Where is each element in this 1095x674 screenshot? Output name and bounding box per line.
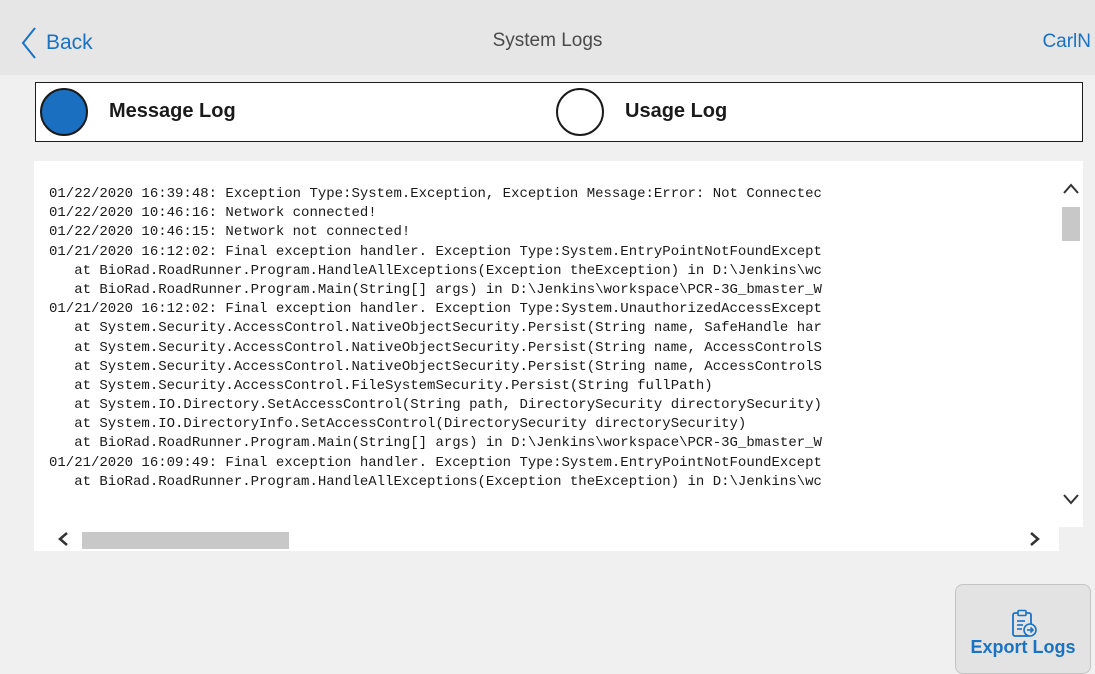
vertical-scrollbar[interactable] xyxy=(1059,161,1083,527)
chevron-up-icon[interactable] xyxy=(1061,179,1081,199)
log-text-area[interactable]: 01/22/2020 16:39:48: Exception Type:Syst… xyxy=(34,161,1059,527)
radio-label-usage-log: Usage Log xyxy=(625,100,728,122)
user-name[interactable]: CarlN xyxy=(1042,31,1091,53)
chevron-right-icon[interactable] xyxy=(1024,529,1044,549)
log-line: at BioRad.RoadRunner.Program.HandleAllEx… xyxy=(49,473,822,490)
log-line: at System.Security.AccessControl.NativeO… xyxy=(49,320,822,337)
vertical-scroll-thumb[interactable] xyxy=(1062,207,1080,241)
log-lines: 01/22/2020 16:39:48: Exception Type:Syst… xyxy=(49,185,1059,492)
radio-message-log[interactable]: Message Log xyxy=(40,83,236,140)
radio-unselected-icon[interactable] xyxy=(556,87,604,136)
log-line: 01/21/2020 16:12:02: Final exception han… xyxy=(49,243,822,260)
log-type-selector: Message Log Usage Log xyxy=(35,82,1083,142)
header-bar: Back System Logs CarlN xyxy=(0,0,1095,75)
chevron-left-icon[interactable] xyxy=(54,529,74,549)
log-line: 01/22/2020 16:39:48: Exception Type:Syst… xyxy=(49,186,822,202)
log-line: at System.Security.AccessControl.NativeO… xyxy=(49,339,822,356)
horizontal-scrollbar[interactable] xyxy=(34,527,1059,551)
horizontal-scroll-thumb[interactable] xyxy=(82,532,289,549)
log-line: 01/22/2020 10:46:15: Network not connect… xyxy=(49,224,411,241)
log-line: at System.Security.AccessControl.FileSys… xyxy=(49,377,713,394)
log-line: at System.Security.AccessControl.NativeO… xyxy=(49,358,822,375)
log-line: 01/21/2020 16:12:02: Final exception han… xyxy=(49,301,822,318)
log-line: at BioRad.RoadRunner.Program.Main(String… xyxy=(49,435,822,452)
export-logs-label: Export Logs xyxy=(970,637,1076,657)
log-line: at BioRad.RoadRunner.Program.Main(String… xyxy=(49,281,822,298)
log-line: at System.IO.DirectoryInfo.SetAccessCont… xyxy=(49,416,747,433)
clipboard-export-icon xyxy=(1012,609,1037,637)
radio-label-message-log: Message Log xyxy=(109,100,236,122)
radio-usage-log[interactable]: Usage Log xyxy=(556,83,727,140)
log-line: 01/22/2020 10:46:16: Network connected! xyxy=(49,205,377,222)
log-line: 01/21/2020 16:09:49: Final exception han… xyxy=(49,454,822,471)
log-line: at BioRad.RoadRunner.Program.HandleAllEx… xyxy=(49,262,822,279)
page-title: System Logs xyxy=(492,30,603,51)
log-line: at System.IO.Directory.SetAccessControl(… xyxy=(49,397,822,414)
export-logs-button[interactable]: Export Logs xyxy=(955,584,1091,674)
chevron-down-icon[interactable] xyxy=(1061,489,1081,509)
radio-selected-icon[interactable] xyxy=(40,87,88,136)
